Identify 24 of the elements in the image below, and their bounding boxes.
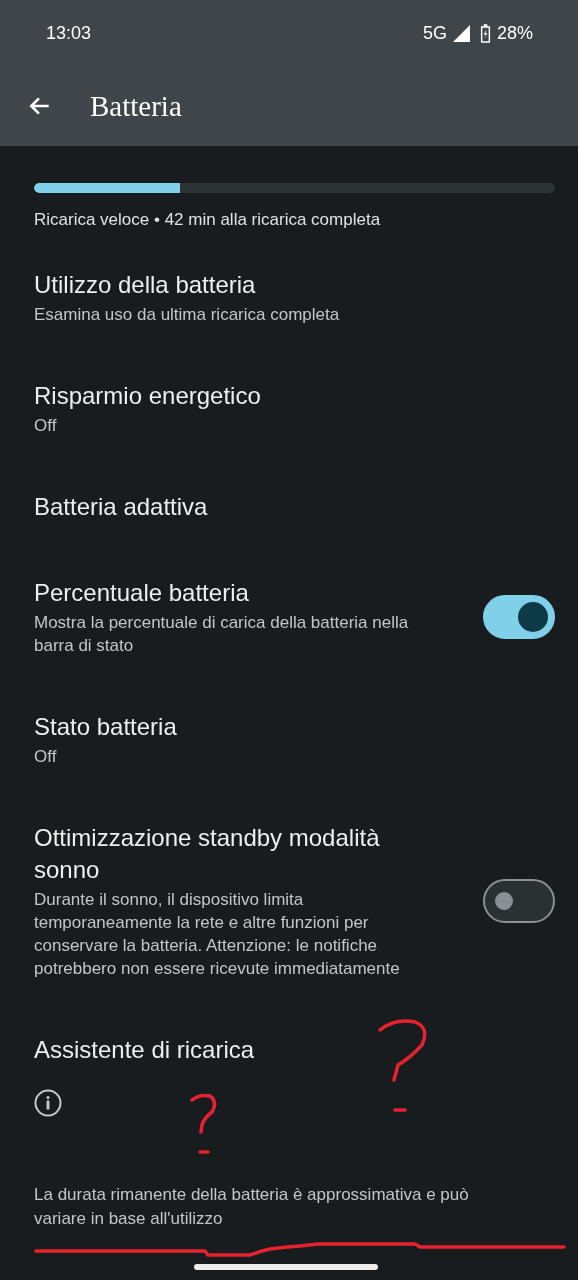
item-title: Stato batteria xyxy=(34,712,177,742)
charge-status: Ricarica veloce • 42 min alla ricarica completa xyxy=(34,210,382,230)
item-title: Percentuale batteria xyxy=(34,578,250,608)
item-title: Batteria adattiva xyxy=(34,492,208,522)
settings-item[interactable]: Stato batteria Off xyxy=(34,684,555,795)
item-title: Risparmio energetico xyxy=(34,381,261,411)
item-subtitle: Off xyxy=(34,415,58,437)
item-title: Assistente di ricarica xyxy=(34,1035,255,1065)
network-type: 5G xyxy=(422,22,447,44)
item-title: Utilizzo della batteria xyxy=(34,270,257,300)
item-subtitle: Esamina uso da ultima ricarica completa xyxy=(34,304,340,326)
item-subtitle: Durante il sonno, il dispositivo limita temporaneamente la rete e altre funzioni per conservare la batteria. Attenzione: le notifiche potrebbero non essere ricevute immediatamente xyxy=(34,889,401,980)
item-subtitle: Mostra la percentuale di carica della batteria nella barra di stato xyxy=(34,612,410,657)
battery-percent: 28% xyxy=(496,22,533,44)
settings-item[interactable]: Percentuale batteria Mostra la percentuale di carica della batteria nella barra di stato xyxy=(34,550,555,684)
settings-item[interactable]: Batteria adattiva xyxy=(34,464,555,550)
settings-item[interactable]: Assistente di ricarica xyxy=(34,1007,555,1093)
settings-item[interactable]: Utilizzo della batteria Esamina uso da ultima ricarica completa xyxy=(34,242,555,353)
footer-note: La durata rimanente della batteria è approssimativa e può variare in base all'utilizzo xyxy=(34,1184,470,1230)
status-time: 13:03 xyxy=(46,22,92,44)
item-subtitle: Off xyxy=(34,746,58,768)
settings-item[interactable]: Risparmio energetico Off xyxy=(34,353,555,464)
screen-title: Batteria xyxy=(90,89,182,123)
item-title: Ottimizzazione standby modalità sonno xyxy=(34,823,381,885)
